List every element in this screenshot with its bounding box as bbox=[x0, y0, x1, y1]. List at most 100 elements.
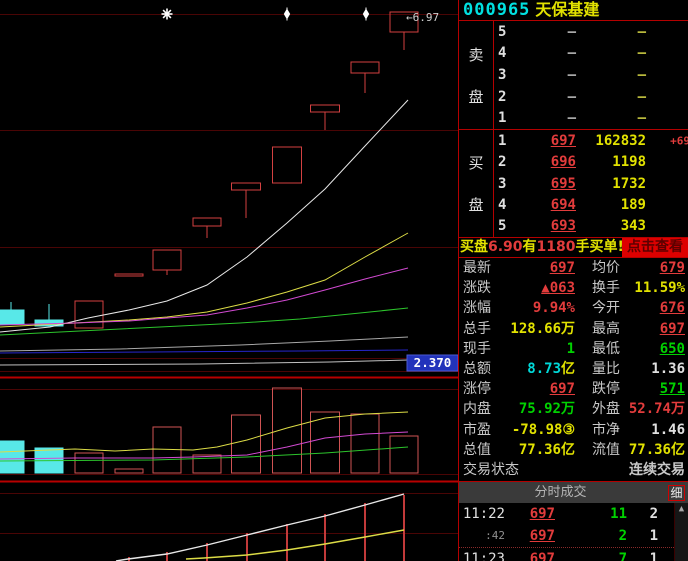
stat-row: 总值77.36亿流值77.36亿 bbox=[459, 441, 688, 460]
high-price-annotation: ←6.97 bbox=[406, 11, 439, 24]
stat-label: 最低 bbox=[592, 340, 620, 359]
click-to-view-button[interactable]: 点击查看 bbox=[622, 238, 688, 257]
ask-level: 3 bbox=[498, 67, 506, 83]
sell-label-char: 卖 bbox=[468, 44, 483, 65]
bid-price[interactable]: 695 bbox=[551, 176, 576, 192]
stat-value[interactable]: 650 bbox=[660, 340, 685, 359]
stat-label: 涨幅 bbox=[463, 299, 491, 318]
tape-header-bar: 分时成交 细 bbox=[459, 481, 688, 503]
alert-segment: 手买单! bbox=[576, 239, 624, 255]
quote-panel: 000965天保基建 卖盘 5——4——3——2——1—— 买盘 1697162… bbox=[458, 0, 688, 561]
stat-value[interactable]: 697 bbox=[660, 320, 685, 339]
ask-volume: — bbox=[638, 67, 646, 83]
tape-row[interactable]: :4269721 bbox=[459, 525, 674, 547]
ask-price[interactable]: — bbox=[568, 45, 576, 61]
ask-row: 4—— bbox=[495, 43, 688, 65]
tape-scrollbar[interactable]: ▲ bbox=[674, 503, 688, 561]
alert-segment: 有 bbox=[523, 239, 537, 255]
tape-time: 11:23 bbox=[461, 548, 505, 561]
stat-label: 最高 bbox=[592, 320, 620, 339]
buy-label-char: 盘 bbox=[468, 194, 483, 215]
stat-value[interactable]: 697 bbox=[550, 259, 575, 278]
tape-time: :42 bbox=[461, 525, 505, 547]
indicator-pane bbox=[116, 494, 404, 561]
stat-label: 量比 bbox=[592, 360, 620, 379]
bid-row: 1697162832+69 bbox=[495, 130, 688, 151]
stat-value-suffix: 亿 bbox=[561, 361, 575, 377]
bid-row: 26961198 bbox=[495, 151, 688, 172]
tape-detail-button[interactable]: 细 bbox=[668, 485, 685, 501]
stat-row: 现手 1 最低 650 bbox=[459, 340, 688, 359]
stat-row: 涨跌▲063换手11.59% bbox=[459, 279, 688, 298]
tape-row[interactable]: 11:22 697 11 2 bbox=[459, 503, 674, 525]
stat-value[interactable]: ▲063 bbox=[541, 279, 575, 298]
alert-segment: 1180 bbox=[537, 239, 576, 255]
ma-price-tag: 2.370 bbox=[407, 355, 458, 371]
stock-app-window: ←6.972.370 000965天保基建 卖盘 5——4——3——2——1——… bbox=[0, 0, 688, 561]
stat-value: 1 bbox=[567, 340, 575, 359]
tape-volume: 7 bbox=[619, 548, 627, 561]
ask-level: 5 bbox=[498, 24, 506, 40]
stat-label: 跌停 bbox=[592, 380, 620, 399]
scroll-up-icon[interactable]: ▲ bbox=[675, 503, 688, 516]
stat-value: 77.36亿 bbox=[519, 441, 575, 460]
buy-book-rows: 1697162832+69269611983695173246941895693… bbox=[495, 130, 688, 237]
ask-level: 2 bbox=[498, 89, 506, 105]
stat-value[interactable]: 676 bbox=[660, 299, 685, 318]
bid-level: 4 bbox=[498, 197, 506, 213]
tape-row[interactable]: 11:2369771 bbox=[459, 547, 674, 561]
stat-row: 总手128.66万最高697 bbox=[459, 320, 688, 339]
stat-label: 换手 bbox=[592, 279, 620, 298]
alert-text: 买盘6.90有1180手买单! bbox=[460, 239, 624, 255]
ask-row: 1 — — bbox=[495, 107, 688, 129]
stat-label: 总手 bbox=[463, 320, 491, 339]
stat-row: 最新697均价679 bbox=[459, 259, 688, 278]
stat-label: 流值 bbox=[592, 441, 620, 460]
stat-label: 最新 bbox=[463, 259, 491, 278]
bid-volume: 1732 bbox=[612, 176, 646, 192]
bid-price[interactable]: 697 bbox=[551, 133, 576, 149]
stat-value[interactable]: 697 bbox=[550, 380, 575, 399]
ask-level: 4 bbox=[498, 45, 506, 61]
stat-label: 今开 bbox=[592, 299, 620, 318]
stat-label: 总值 bbox=[463, 441, 491, 460]
ask-price[interactable]: — bbox=[568, 24, 576, 40]
bid-price[interactable]: 694 bbox=[551, 197, 576, 213]
buy-order-book: 买盘 1697162832+69269611983695173246941895… bbox=[459, 129, 688, 237]
ask-volume: — bbox=[638, 24, 646, 40]
kline-chart[interactable]: ←6.97 2.370 bbox=[0, 0, 458, 561]
stat-value[interactable]: 571 bbox=[660, 380, 685, 399]
stat-value: 52.74万 bbox=[629, 400, 685, 419]
bid-price[interactable]: 696 bbox=[551, 154, 576, 170]
stat-label: 市净 bbox=[592, 421, 620, 440]
sell-order-book: 卖盘 5——4——3——2——1—— bbox=[459, 21, 688, 129]
stat-value[interactable]: 679 bbox=[660, 259, 685, 278]
tape-time: 11:22 bbox=[461, 503, 505, 525]
stat-label: 现手 bbox=[463, 340, 491, 359]
ask-price[interactable]: — bbox=[568, 110, 576, 126]
tape-price: 697 bbox=[530, 503, 555, 525]
tape-title: 分时成交 bbox=[459, 482, 688, 503]
stat-label: 涨停 bbox=[463, 380, 491, 399]
bid-volume: 343 bbox=[621, 218, 646, 234]
bid-level: 5 bbox=[498, 218, 506, 234]
svg-text:2.370: 2.370 bbox=[414, 355, 452, 370]
big-order-alert-bar: 买盘6.90有1180手买单! 点击查看 bbox=[459, 237, 688, 258]
stat-label: 内盘 bbox=[463, 400, 491, 419]
bid-level: 1 bbox=[498, 133, 506, 149]
tape-count: 1 bbox=[650, 525, 658, 547]
ask-volume: — bbox=[638, 110, 646, 126]
stat-label: 市盈 bbox=[463, 421, 491, 440]
ask-price[interactable]: — bbox=[568, 89, 576, 105]
alert-segment: 买盘 bbox=[460, 239, 488, 255]
tape-volume: 11 bbox=[610, 503, 627, 525]
tape-count: 2 bbox=[650, 503, 658, 525]
ask-price[interactable]: — bbox=[568, 67, 576, 83]
bid-price[interactable]: 693 bbox=[551, 218, 576, 234]
ask-level: 1 bbox=[498, 110, 506, 126]
buy-label-char: 买 bbox=[468, 152, 483, 173]
tape-volume: 2 bbox=[619, 525, 627, 547]
bid-volume: 1198 bbox=[612, 154, 646, 170]
stock-code: 000965 bbox=[459, 0, 530, 20]
ask-row: 2—— bbox=[495, 86, 688, 108]
